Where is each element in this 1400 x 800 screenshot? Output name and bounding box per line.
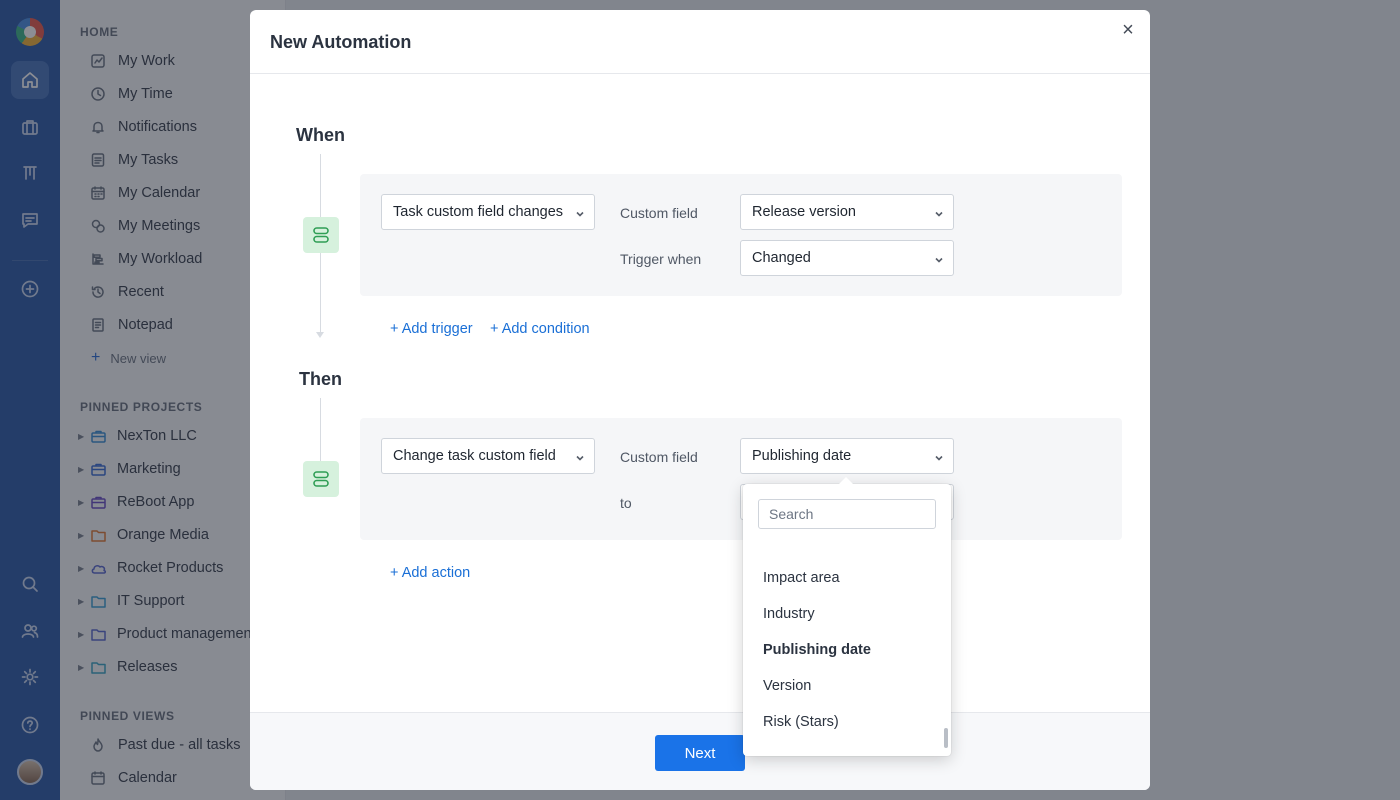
add-condition-link[interactable]: + Add condition xyxy=(490,321,590,337)
trigger-select-value: Task custom field changes xyxy=(393,204,564,220)
dropdown-search-input[interactable] xyxy=(758,499,936,529)
trigger-when-label: Trigger when xyxy=(620,251,702,267)
close-icon[interactable]: × xyxy=(1116,18,1140,42)
add-action-link[interactable]: + Add action xyxy=(390,565,470,581)
custom-field-select-value: Release version xyxy=(752,204,856,220)
trigger-step-icon xyxy=(303,217,339,253)
trigger-block: Task custom field changes Custom field R… xyxy=(360,174,1122,296)
chevron-down-icon xyxy=(575,207,585,217)
custom-field-dropdown: Impact area Industry Publishing date Ver… xyxy=(743,477,951,756)
chevron-down-icon xyxy=(934,207,944,217)
add-trigger-link[interactable]: + Add trigger xyxy=(390,321,473,337)
chevron-down-icon xyxy=(575,451,585,461)
custom-field-select[interactable]: Release version xyxy=(740,194,954,230)
dropdown-option[interactable]: Industry xyxy=(763,606,815,622)
trigger-when-select[interactable]: Changed xyxy=(740,240,954,276)
dropdown-option[interactable]: Version xyxy=(763,678,811,694)
custom-field-label: Custom field xyxy=(620,205,698,221)
action-custom-field-select[interactable]: Publishing date xyxy=(740,438,954,474)
modal-footer: Next xyxy=(250,712,1150,790)
when-title: When xyxy=(296,125,345,145)
action-custom-field-select-value: Publishing date xyxy=(752,448,852,464)
action-step-icon xyxy=(303,461,339,497)
trigger-when-select-value: Changed xyxy=(752,250,811,266)
dropdown-option[interactable]: Risk (Stars) xyxy=(763,714,839,730)
chevron-down-icon xyxy=(934,451,944,461)
dropdown-scrollbar[interactable] xyxy=(944,728,948,748)
then-title: Then xyxy=(299,369,342,389)
next-button[interactable]: Next xyxy=(655,735,745,771)
dropdown-option-selected[interactable]: Publishing date xyxy=(763,642,871,658)
action-block: Change task custom field Custom field Pu… xyxy=(360,418,1122,540)
chevron-down-icon xyxy=(934,253,944,263)
trigger-select[interactable]: Task custom field changes xyxy=(381,194,595,230)
modal-title: New Automation xyxy=(270,32,412,52)
arrow-down-icon xyxy=(316,332,324,338)
then-connector-line xyxy=(320,398,321,463)
to-label: to xyxy=(620,495,632,511)
dropdown-option[interactable]: Impact area xyxy=(763,570,840,586)
new-automation-modal: New Automation × When Task custom field … xyxy=(250,10,1150,790)
action-custom-field-label: Custom field xyxy=(620,449,698,465)
modal-header: New Automation × xyxy=(250,10,1150,74)
action-select[interactable]: Change task custom field xyxy=(381,438,595,474)
action-select-value: Change task custom field xyxy=(393,448,556,464)
